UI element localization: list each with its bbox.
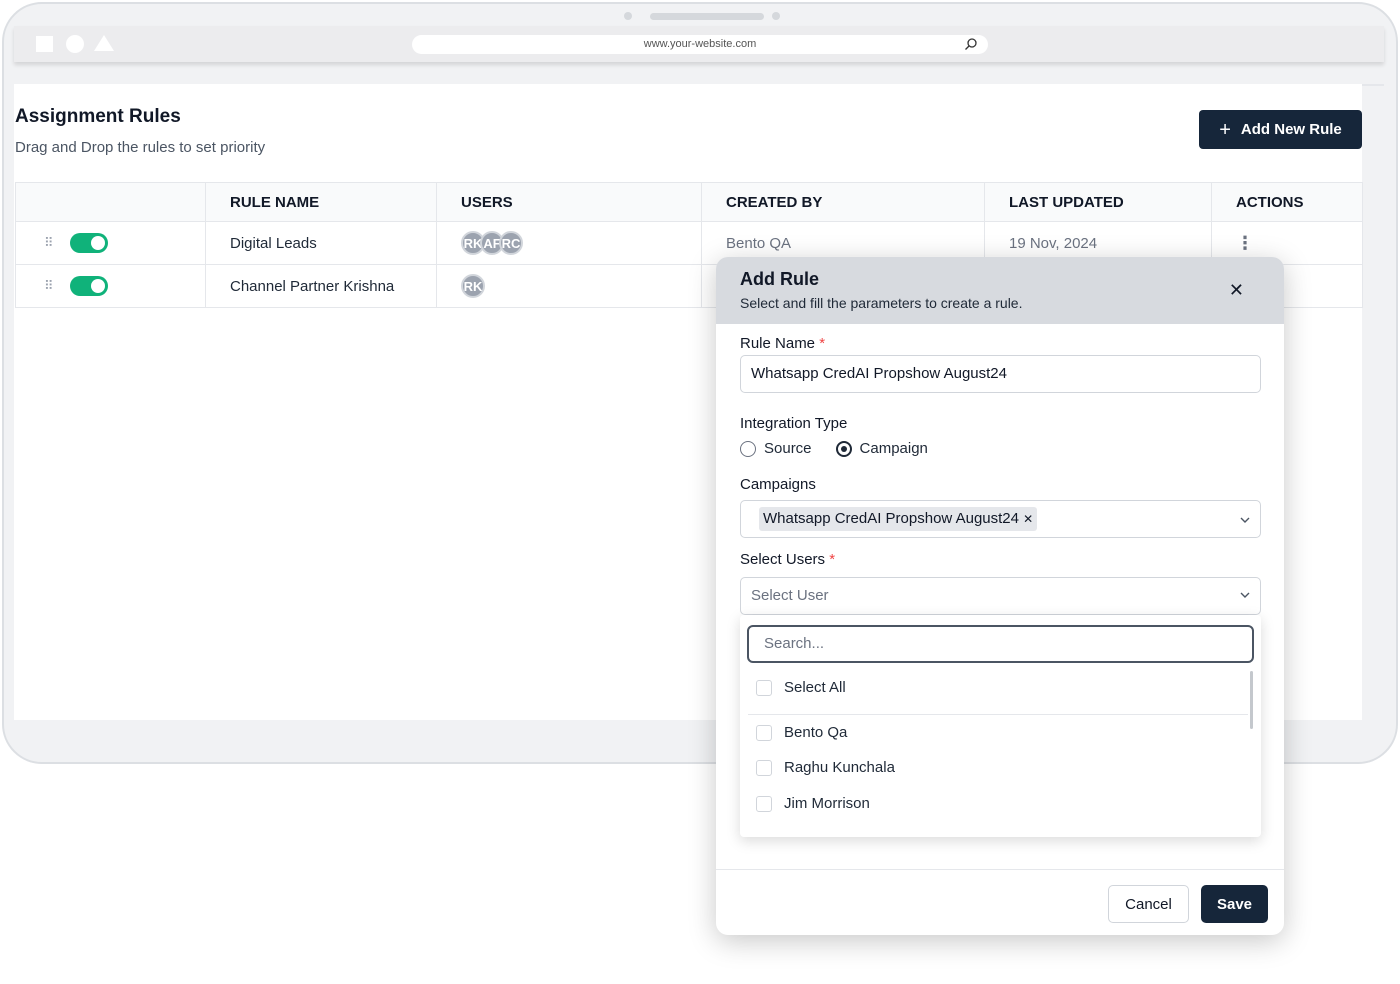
rule-toggle[interactable] [70, 233, 108, 253]
header-actions: ACTIONS [1211, 182, 1363, 222]
header-created-by[interactable]: CREATED BY [701, 182, 985, 222]
camera-dot [624, 12, 632, 20]
square-icon [36, 36, 53, 52]
footer-divider [716, 869, 1284, 870]
dropdown-scrollbar[interactable] [1250, 671, 1253, 729]
radio-source[interactable] [740, 440, 756, 457]
page-subtitle: Drag and Drop the rules to set priority [15, 139, 266, 156]
option-label: Raghu Kunchala [784, 759, 895, 776]
rule-name-label-text: Rule Name [740, 335, 816, 352]
option-user[interactable]: Raghu Kunchala [756, 759, 895, 776]
divider [748, 714, 1248, 715]
add-rule-modal: Add Rule Select and fill the parameters … [716, 257, 1284, 935]
integration-type-group: Source Campaign [740, 440, 928, 457]
circle-icon [66, 35, 84, 53]
header-users[interactable]: USERS [436, 182, 702, 222]
save-button[interactable]: Save [1201, 885, 1268, 923]
camera-dot [772, 12, 780, 20]
option-label: Select All [784, 679, 846, 696]
select-users-select[interactable]: Select User [740, 577, 1261, 615]
rule-name-cell: Digital Leads [205, 221, 437, 265]
checkbox[interactable] [756, 724, 772, 741]
plus-icon: + [1219, 118, 1231, 141]
checkbox[interactable] [756, 795, 772, 812]
header-rule-name[interactable]: RULE NAME [205, 182, 437, 222]
modal-header: Add Rule Select and fill the parameters … [716, 257, 1284, 324]
url-text: www.your-website.com [643, 38, 757, 50]
users-dropdown: Search... Select All Bento Qa Raghu Kunc… [740, 615, 1261, 837]
speaker-bar [650, 13, 764, 20]
chevron-down-icon [1240, 517, 1250, 523]
row-controls: ⠿ [15, 264, 206, 308]
option-select-all[interactable]: Select All [756, 679, 846, 696]
option-label: Jim Morrison [784, 795, 870, 812]
table-header-row: RULE NAME USERS CREATED BY LAST UPDATED … [15, 182, 1363, 222]
required-asterisk: * [829, 551, 836, 568]
close-icon[interactable]: ✕ [1229, 280, 1244, 301]
browser-toolbar: www.your-website.com [14, 26, 1384, 62]
campaigns-label: Campaigns [740, 476, 816, 493]
required-asterisk: * [819, 335, 826, 352]
search-icon[interactable] [964, 37, 978, 51]
select-users-label-text: Select Users [740, 551, 826, 568]
campaign-tag-label: Whatsapp CredAI Propshow August24 [763, 510, 1019, 527]
modal-title: Add Rule [740, 269, 819, 289]
select-users-label: Select Users * [740, 551, 835, 568]
users-cell: RK [436, 264, 702, 308]
campaign-tag: Whatsapp CredAI Propshow August24 ✕ [759, 507, 1038, 531]
add-new-rule-button[interactable]: + Add New Rule [1199, 110, 1362, 149]
radio-campaign-label[interactable]: Campaign [860, 440, 928, 457]
remove-tag-icon[interactable]: ✕ [1023, 512, 1033, 526]
rule-toggle[interactable] [70, 276, 108, 296]
avatar: RC [499, 231, 523, 255]
row-controls: ⠿ [15, 221, 206, 265]
integration-type-label: Integration Type [740, 415, 848, 432]
kebab-menu-icon[interactable]: ⋮ [1236, 233, 1254, 253]
user-search-input[interactable]: Search... [747, 625, 1254, 663]
campaigns-select[interactable]: Whatsapp CredAI Propshow August24 ✕ [740, 500, 1261, 538]
rule-name-label: Rule Name * [740, 335, 825, 352]
rule-name-cell: Channel Partner Krishna [205, 264, 437, 308]
header-handle [15, 182, 206, 222]
modal-subtitle: Select and fill the parameters to create… [740, 295, 1023, 311]
avatar: RK [461, 274, 485, 298]
option-label: Bento Qa [784, 724, 848, 741]
page-title: Assignment Rules [15, 106, 181, 127]
rule-name-input[interactable]: Whatsapp CredAI Propshow August24 [740, 355, 1261, 393]
triangle-icon [94, 35, 114, 51]
cancel-button[interactable]: Cancel [1108, 885, 1189, 923]
drag-handle-icon[interactable]: ⠿ [44, 278, 54, 294]
add-new-rule-label: Add New Rule [1240, 121, 1342, 138]
radio-campaign[interactable] [835, 440, 852, 457]
select-users-placeholder: Select User [751, 587, 829, 604]
url-bar[interactable]: www.your-website.com [412, 35, 988, 54]
header-last-updated[interactable]: LAST UPDATED [984, 182, 1212, 222]
chevron-down-icon [1240, 592, 1250, 598]
drag-handle-icon[interactable]: ⠿ [44, 235, 54, 251]
radio-source-label[interactable]: Source [764, 440, 812, 457]
checkbox[interactable] [756, 759, 772, 776]
option-user[interactable]: Bento Qa [756, 724, 847, 741]
option-user[interactable]: Jim Morrison [756, 795, 870, 812]
users-cell: RK AF RC [436, 221, 702, 265]
checkbox[interactable] [756, 679, 772, 696]
